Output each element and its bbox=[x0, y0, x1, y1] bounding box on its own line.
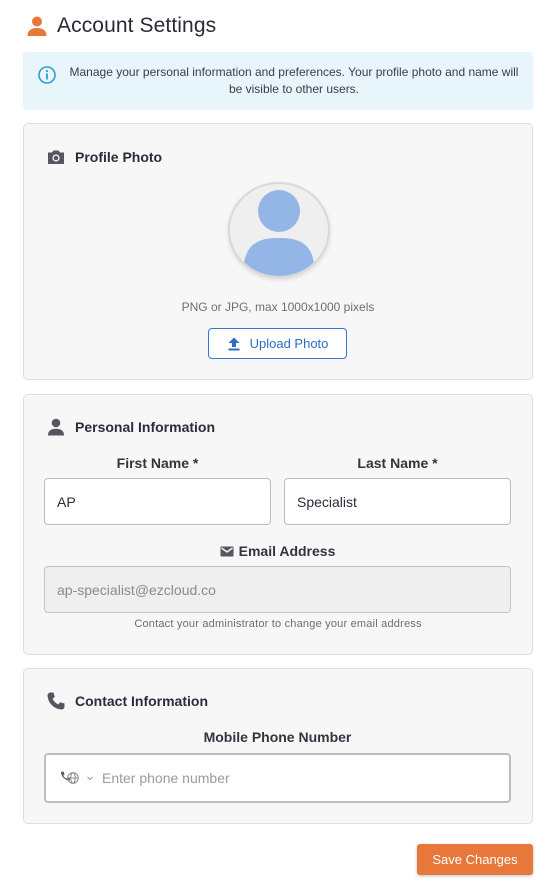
photo-format-hint: PNG or JPG, max 1000x1000 pixels bbox=[181, 300, 375, 314]
personal-info-heading: Personal Information bbox=[46, 417, 215, 437]
last-name-field[interactable]: Specialist bbox=[284, 478, 511, 525]
info-text: Manage your personal information and pre… bbox=[69, 65, 519, 96]
profile-photo-card: Profile Photo PNG or JPG, max 1000x1000 … bbox=[23, 123, 533, 380]
contact-info-card: Contact Information Mobile Phone Number … bbox=[23, 668, 533, 824]
contact-info-heading: Contact Information bbox=[46, 691, 208, 711]
contact-info-title: Contact Information bbox=[75, 693, 208, 709]
avatar[interactable] bbox=[228, 182, 330, 278]
phone-icon bbox=[46, 691, 66, 711]
chevron-down-icon[interactable] bbox=[86, 774, 94, 782]
page-title: Account Settings bbox=[57, 14, 217, 37]
personal-info-title: Personal Information bbox=[75, 419, 216, 435]
save-changes-button[interactable]: Save Changes bbox=[417, 844, 533, 875]
mobile-phone-label: Mobile Phone Number bbox=[203, 729, 352, 745]
phone-placeholder: Enter phone number bbox=[102, 770, 230, 786]
email-note: Contact your administrator to change you… bbox=[134, 618, 422, 630]
mail-icon bbox=[220, 546, 234, 557]
first-name-field[interactable]: AP bbox=[44, 478, 271, 525]
mobile-phone-input[interactable]: Enter phone number bbox=[44, 753, 511, 803]
camera-icon bbox=[46, 147, 66, 167]
person-icon bbox=[46, 417, 66, 437]
personal-info-card: Personal Information First Name * AP Las… bbox=[23, 394, 533, 655]
info-banner: Manage your personal information and pre… bbox=[23, 52, 533, 110]
email-label-group: Email Address bbox=[44, 543, 511, 559]
email-field: ap-specialist@ezcloud.co bbox=[44, 566, 511, 613]
email-label: Email Address bbox=[238, 543, 336, 559]
upload-photo-label: Upload Photo bbox=[249, 336, 329, 351]
profile-photo-title: Profile Photo bbox=[75, 149, 163, 165]
upload-photo-button[interactable]: Upload Photo bbox=[208, 328, 347, 359]
upload-icon bbox=[227, 337, 241, 351]
phone-country-selector[interactable] bbox=[60, 769, 80, 787]
last-name-label: Last Name * bbox=[357, 455, 438, 471]
person-icon bbox=[26, 15, 48, 37]
first-name-label: First Name * bbox=[116, 455, 199, 471]
page-header: Account Settings bbox=[26, 12, 216, 40]
info-icon bbox=[37, 65, 57, 85]
profile-photo-heading: Profile Photo bbox=[46, 147, 162, 167]
